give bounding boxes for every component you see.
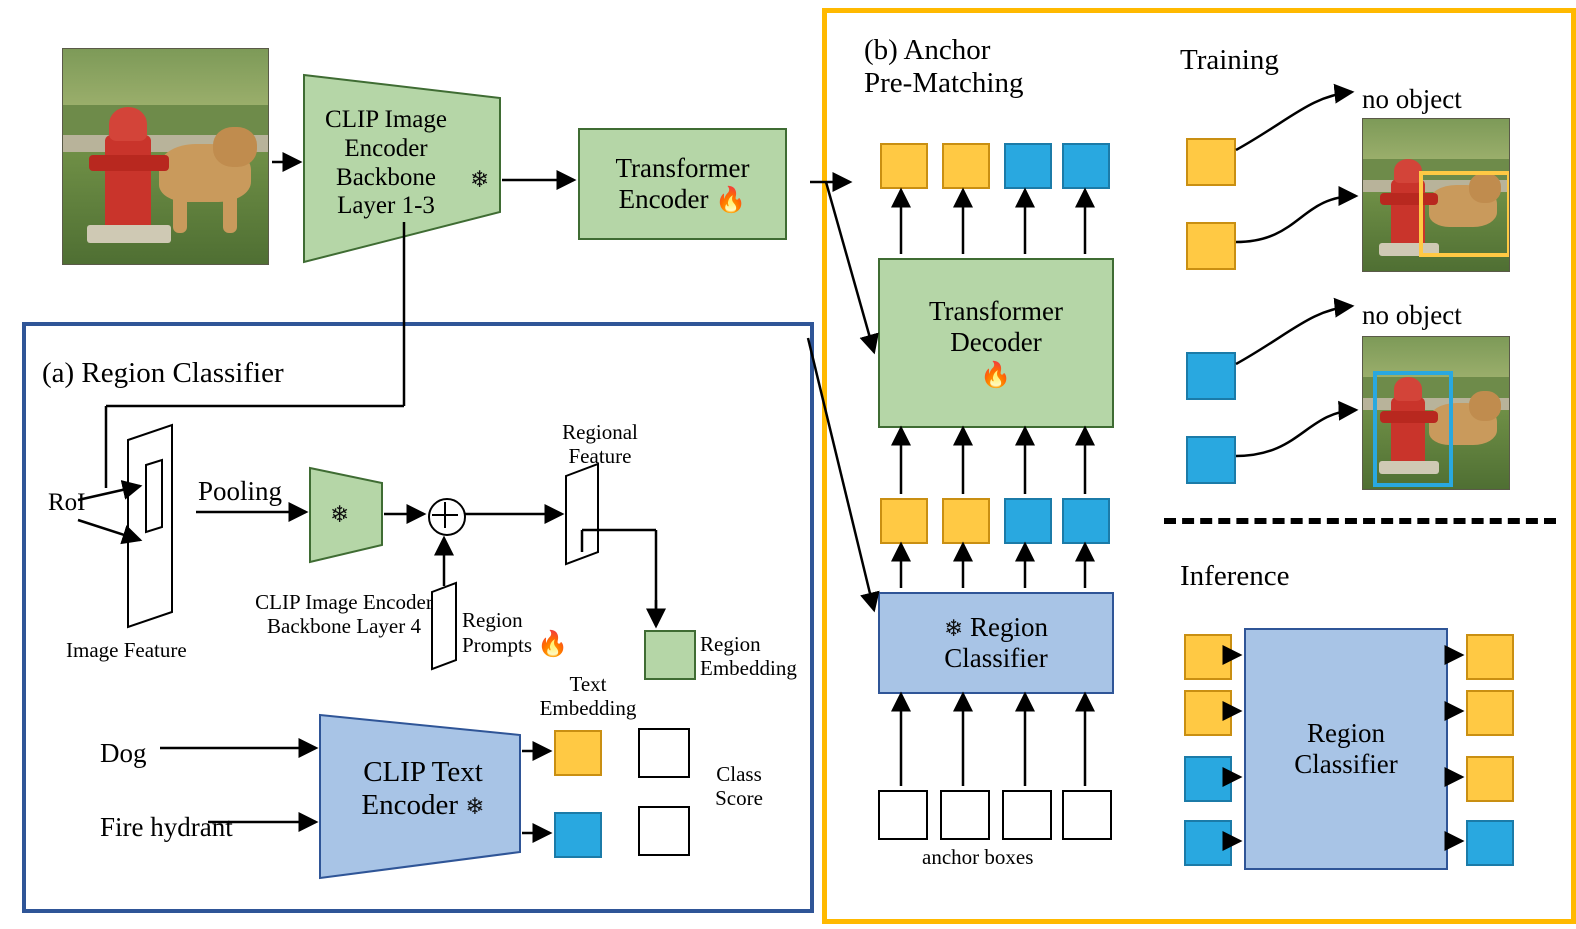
figure-canvas: CLIP Image Encoder Backbone Layer 1-3 ❄ … [0,0,1576,929]
inference-in-token-1 [1184,634,1232,680]
transformer-decoder-label: Transformer Decoder 🔥 [929,296,1063,389]
flame-icon-prompts: 🔥 [537,631,569,659]
section-divider [1164,518,1556,524]
class-score-token-2 [638,806,690,856]
class-score-token-1 [638,728,690,778]
output-token-4 [1062,143,1110,189]
region-classifier-box-b: ❄ Region Classifier [878,592,1114,694]
anchor-boxes-label: anchor boxes [922,845,1034,869]
anchor-token-1 [878,790,928,840]
text-input-fire-hydrant: Fire hydrant [100,812,233,842]
no-object-label-1: no object [1362,84,1462,114]
no-object-label-2: no object [1362,300,1462,330]
anchor-token-2 [940,790,990,840]
output-token-2 [942,143,990,189]
transformer-encoder-label: Transformer Encoder 🔥 [615,152,750,214]
region-classifier-label-inference: Region Classifier [1294,717,1398,779]
inference-out-token-2 [1466,690,1514,736]
flame-icon-encoder: 🔥 [715,187,747,214]
mid-token-3 [1004,498,1052,544]
training-photo-2 [1362,336,1510,490]
inference-out-token-4 [1466,820,1514,866]
mid-token-2 [942,498,990,544]
inference-out-token-1 [1466,634,1514,680]
snowflake-icon-region-classifier: ❄ [943,615,964,641]
image-feature-label: Image Feature [66,638,187,662]
training-token-b2 [1186,436,1236,484]
inference-in-token-2 [1184,690,1232,736]
clip-text-encoder-label: CLIP Text Encoder ❄ [361,756,485,822]
clip-layer4-label: CLIP Image Encoder Backbone Layer 4 [255,590,433,639]
mid-token-1 [880,498,928,544]
training-photo-1 [1362,118,1510,272]
output-token-3 [1004,143,1052,189]
snowflake-icon-layer4: ❄ [330,502,350,527]
snowflake-icon-text: ❄ [465,794,485,820]
text-embedding-token-blue [554,812,602,858]
input-photo [62,48,269,265]
output-token-1 [880,143,928,189]
plus-symbol-v [444,502,446,528]
training-token-y1 [1186,138,1236,186]
inference-in-token-4 [1184,820,1232,866]
flame-icon-decoder: 🔥 [980,361,1012,389]
transformer-encoder-box: Transformer Encoder 🔥 [578,128,787,240]
region-prompts-label: Region Prompts 🔥 [462,608,569,659]
training-label: Training [1180,44,1279,76]
roi-label: RoI [48,489,86,516]
regional-feature-label: Regional Feature [562,420,638,469]
inference-in-token-3 [1184,756,1232,802]
snowflake-icon-encoder: ❄ [470,167,490,192]
plus-symbol [428,498,466,536]
class-score-label: Class Score [715,762,763,811]
region-classifier-label-b: ❄ Region Classifier [943,611,1049,673]
text-input-dog: Dog [100,738,147,768]
text-embedding-token-yellow [554,730,602,776]
inference-out-token-3 [1466,756,1514,802]
region-embedding-label: Region Embedding [700,632,797,681]
text-embedding-label: Text Embedding [539,672,637,721]
panel-a-title: (a) Region Classifier [42,357,284,389]
anchor-token-3 [1002,790,1052,840]
clip-image-encoder-label: CLIP Image Encoder Backbone Layer 1-3 [325,106,447,220]
mid-token-4 [1062,498,1110,544]
pooling-label: Pooling [198,476,283,506]
transformer-decoder-box: Transformer Decoder 🔥 [878,258,1114,428]
region-classifier-box-inference: Region Classifier [1244,628,1448,870]
training-token-y2 [1186,222,1236,270]
region-embedding-swatch [644,630,696,680]
inference-label: Inference [1180,560,1290,592]
anchor-token-4 [1062,790,1112,840]
training-token-b1 [1186,352,1236,400]
panel-b-title: (b) Anchor Pre-Matching [864,34,1024,100]
